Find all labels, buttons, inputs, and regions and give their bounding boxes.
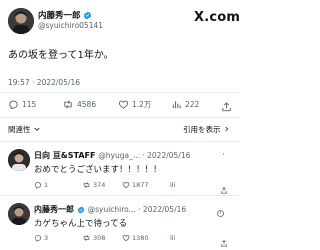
reply-avatar[interactable] [8,149,30,171]
reply-text: おめでとうございます！！！！！ [34,165,162,175]
tweet-text: あの坂を登って1年か。 [8,50,114,61]
share-icon [221,98,232,117]
retweet-count: 374 [93,181,106,189]
reply-count: 115 [22,100,37,109]
reply-sort-dropdown[interactable]: 関連性 [8,124,41,135]
heart-icon [122,234,130,242]
more-icon: · [222,150,226,160]
heart-icon [122,181,130,189]
tweet-date: 2022/05/16 [36,78,81,87]
reply-retweet-button[interactable]: 374 [82,181,105,189]
like-count: 1.2万 [132,100,152,109]
site-logo-text: X.com [194,10,241,25]
like-count: 1877 [132,181,149,189]
reply-share-button[interactable] [220,180,228,199]
show-quotes-label: 引用を表示 [183,125,221,134]
tweet-time: 19:57 [8,78,30,87]
reply-avatar[interactable] [8,203,30,225]
views-text: ili [170,234,176,242]
sort-label: 関連性 [8,125,31,134]
views-count: 222 [185,100,200,109]
x-logo[interactable]: X.com [194,10,240,25]
reply-author-row: 内藤秀一郎 @syuichiro... · 2022/05/16 [34,204,186,216]
reply-like-button[interactable]: 1877 [122,181,149,189]
like-count: 1380 [132,234,149,242]
reply-author-name[interactable]: 内藤秀一郎 [34,205,74,214]
bar-chart-icon [171,99,182,110]
author-name[interactable]: 内藤秀一郎 [38,11,81,21]
divider [0,141,240,142]
reply-icon [34,181,42,189]
reply-button[interactable]: 115 [8,99,36,110]
reply-count: 3 [44,234,49,242]
retweet-button[interactable]: 4586 [62,99,96,110]
retweet-count: 308 [93,234,106,242]
views-text: ili [170,181,176,189]
reply-handle-date: @syuichiro... · 2022/05/16 [87,205,187,214]
reply-views-button[interactable]: ili [170,234,175,242]
reply-icon [8,99,19,110]
author-avatar[interactable] [8,8,34,34]
reply-author-name[interactable]: 日向 亘&STAFF [34,151,95,160]
reply-text: カゲちゃん上で待ってる [34,219,128,229]
reply-count: 1 [44,181,49,189]
reply-like-button[interactable]: 1380 [122,234,149,242]
reply-reply-button[interactable]: 1 [34,181,48,189]
chevron-right-icon [223,125,230,135]
share-icon [220,180,228,199]
thread-icon [216,203,225,222]
reply-author-row: 日向 亘&STAFF @hyuga_... · 2022/05/16 [34,150,190,161]
author-handle[interactable]: @syuichiro05141 [38,21,103,30]
chevron-down-icon [33,125,41,135]
share-button[interactable] [221,98,232,117]
views-button[interactable]: 222 [171,99,199,110]
show-quotes-link[interactable]: 引用を表示 [183,124,230,135]
reply-reply-button[interactable]: 3 [34,234,48,242]
reply-retweet-button[interactable]: 308 [82,234,105,242]
reply-views-button[interactable]: ili [170,181,175,189]
retweet-icon [62,99,74,110]
heart-icon [118,99,129,110]
reply-share-button[interactable] [220,233,228,250]
more-options-button[interactable]: · [222,150,226,160]
divider [0,92,240,93]
verified-badge-icon [77,206,85,216]
divider [0,195,240,196]
reply-icon [34,234,42,242]
retweet-icon [82,234,91,242]
retweet-count: 4586 [77,100,97,109]
divider [0,117,240,118]
retweet-icon [82,181,91,189]
reply-handle-date: @hyuga_... · 2022/05/16 [98,151,191,160]
like-button[interactable]: 1.2万 [118,99,151,110]
tweet-timestamp[interactable]: 19:57 · 2022/05/16 [8,78,80,87]
share-icon [220,233,228,250]
